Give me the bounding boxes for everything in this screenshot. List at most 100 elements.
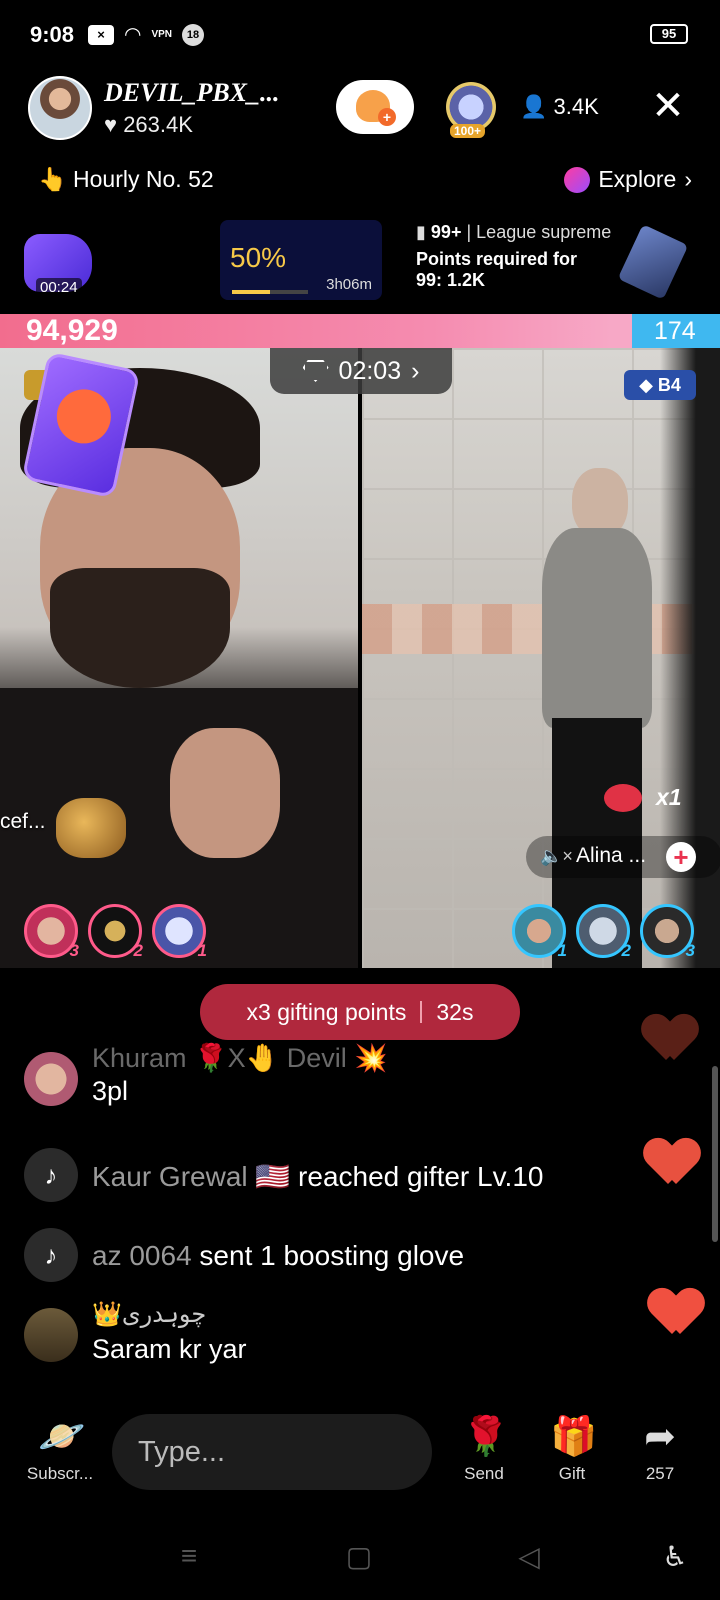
share-button[interactable]: ➦ 257: [620, 1416, 700, 1484]
fan-rank: 3: [685, 941, 695, 960]
notification-icon: ×: [88, 24, 114, 45]
chat-username[interactable]: Khuram 🌹X🤚 Devil 💥: [92, 1042, 388, 1074]
back-icon[interactable]: ◁: [514, 1540, 544, 1572]
home-icon[interactable]: ▢: [344, 1540, 374, 1572]
tiktok-icon: ♪: [24, 1148, 78, 1202]
chat-text: Kaur Grewal 🇺🇸 reached gifter Lv.10: [92, 1160, 543, 1193]
right-top-fan-3[interactable]: 3: [640, 904, 695, 960]
host-likes-count: 263.4K: [123, 112, 193, 137]
subscribe-button[interactable]: 🪐 Subscr...: [20, 1416, 100, 1484]
chat-message[interactable]: ♪ Kaur Grewal 🇺🇸 reached gifter Lv.10: [24, 1148, 664, 1208]
stream-figure: [532, 468, 662, 968]
boost-card[interactable]: 00:24: [24, 234, 94, 300]
league-name: League supreme: [476, 222, 612, 242]
hourly-rank[interactable]: 👆 Hourly No. 52: [38, 166, 214, 193]
right-score: 174: [654, 317, 696, 345]
heart-icon: ♥: [104, 112, 118, 137]
chat-username[interactable]: 👑چوہدری: [92, 1300, 206, 1329]
progress-card[interactable]: 50% 3h06m: [220, 220, 382, 300]
stream-figure-hand: [170, 728, 280, 858]
viewer-count[interactable]: 👤 3.4K: [520, 94, 599, 120]
chat-avatar[interactable]: [24, 1308, 78, 1362]
follow-plus-icon[interactable]: +: [666, 842, 696, 872]
host-name[interactable]: DEVIL_PBX_...: [104, 78, 280, 108]
vpn-icon: VPN: [151, 29, 173, 40]
stream-figure-body: [542, 528, 652, 728]
system-nav-bar: ≡ ▢ ◁ ♿: [0, 1520, 720, 1600]
accessibility-icon[interactable]: ♿: [660, 1540, 690, 1572]
send-label: Send: [464, 1464, 504, 1483]
progress-time: 3h06m: [326, 276, 372, 293]
glove-icon: [51, 384, 116, 449]
floating-heart-icon: [644, 1016, 696, 1062]
host-likes: ♥ 263.4K: [104, 112, 193, 138]
chat-message[interactable]: Khuram 🌹X🤚 Devil 💥 3pl: [24, 1043, 624, 1116]
stream-figure-beard: [50, 568, 230, 688]
floating-heart-icon: [650, 1290, 702, 1336]
clock: 9:08: [30, 22, 75, 47]
left-top-fan-2[interactable]: 2: [88, 904, 143, 960]
rank-badge-label: 100+: [450, 124, 486, 138]
status-bar: 9:08 × ◠ VPN 18 95: [0, 0, 720, 72]
battle-timer-value: 02:03: [338, 356, 402, 385]
chat-avatar[interactable]: [24, 1052, 78, 1106]
left-top-fan-1[interactable]: 1: [152, 904, 207, 960]
chat-scrollbar[interactable]: [712, 1066, 718, 1242]
gifting-points-pill[interactable]: x3 gifting points 32s: [200, 984, 520, 1040]
league-separator: |: [466, 222, 477, 242]
fan-rank: 2: [133, 941, 143, 960]
battle-score-bar: 94,929 174: [0, 314, 720, 348]
bottom-toolbar: 🪐 Subscr... Type... 🌹 Send 🎁 Gift ➦ 257: [0, 1408, 720, 1508]
right-top-fan-2[interactable]: 2: [576, 904, 631, 960]
league-points-line1: Points required for: [416, 249, 578, 269]
fan-rank: 1: [197, 941, 207, 960]
mute-icon[interactable]: 🔈×: [540, 846, 573, 867]
send-rose-button[interactable]: 🌹 Send: [444, 1416, 524, 1484]
left-top-fan-3[interactable]: 3: [24, 904, 79, 960]
boost-timer: 00:24: [36, 278, 82, 297]
comment-input[interactable]: Type...: [112, 1414, 432, 1490]
person-icon: 👤: [520, 94, 548, 119]
chat-message[interactable]: ♪ az 0064 sent 1 boosting glove: [24, 1228, 664, 1288]
chat-username[interactable]: Kaur Grewal 🇺🇸: [92, 1161, 290, 1192]
follow-button[interactable]: +: [336, 80, 414, 134]
rank-badge[interactable]: 100+: [446, 82, 496, 138]
chat-event-text: reached gifter Lv.10: [298, 1161, 544, 1192]
menu-icon[interactable]: ≡: [174, 1540, 204, 1571]
separator: [420, 1001, 423, 1023]
rank-badge-b4-label: B4: [657, 375, 681, 395]
fan-rank: 1: [557, 941, 567, 960]
chevron-right-icon: ›: [684, 166, 692, 192]
gift-label: Gift: [558, 1464, 586, 1483]
fan-rank: 2: [621, 941, 631, 960]
gift-multiplier: x1: [656, 784, 682, 810]
diamond-icon: ◆: [639, 375, 653, 395]
right-top-fan-1[interactable]: 1: [512, 904, 567, 960]
lips-gift-icon: [604, 784, 642, 812]
rank-badge-b4[interactable]: ◆ B4: [624, 370, 696, 400]
chat-text: 3pl: [92, 1076, 129, 1106]
league-points: Points required for 99: 1.2K: [416, 249, 636, 291]
host-avatar[interactable]: [28, 76, 92, 140]
gifting-points-timer: 32s: [436, 998, 474, 1025]
chat-message[interactable]: 👑چوہدری Saram kr yar: [24, 1301, 624, 1378]
wifi-icon: ◠: [124, 24, 142, 46]
right-streamer-tag[interactable]: 🔈× Alina ... +: [526, 836, 720, 878]
status-icons: × ◠ VPN 18: [88, 22, 205, 47]
fan-rank: 3: [69, 941, 79, 960]
floating-heart-icon: [646, 1140, 698, 1186]
league-rank-line: ▮ 99+ | League supreme: [416, 222, 636, 243]
battle-timer[interactable]: 02:03 ›: [270, 348, 452, 394]
planet-icon: 🪐: [38, 1416, 86, 1458]
right-streamer-name: Alina ...: [576, 844, 647, 867]
hourly-rank-label: Hourly No. 52: [73, 166, 214, 192]
chat-username[interactable]: az 0064: [92, 1240, 192, 1271]
explore-button[interactable]: Explore ›: [564, 166, 692, 193]
explore-icon: [564, 166, 591, 193]
notification-count-badge: 18: [182, 23, 205, 46]
close-icon[interactable]: ✕: [648, 86, 688, 126]
chevron-right-icon: ›: [411, 356, 420, 385]
share-arrow-icon: ➦: [644, 1416, 676, 1458]
gift-button[interactable]: 🎁 Gift: [532, 1416, 612, 1484]
league-info[interactable]: ▮ 99+ | League supreme Points required f…: [416, 222, 636, 291]
